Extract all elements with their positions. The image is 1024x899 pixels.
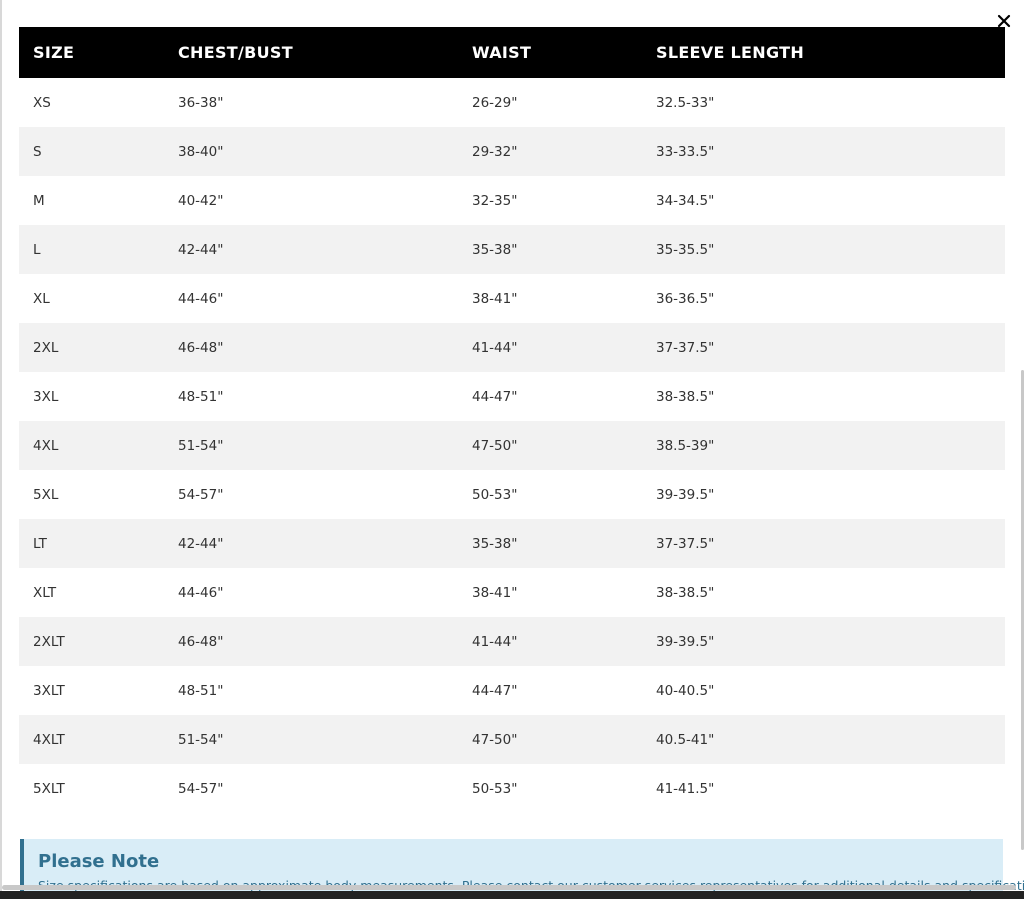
- header-waist: WAIST: [472, 43, 532, 62]
- cell-size: M: [33, 192, 45, 209]
- cell-sleeve-length: 37-37.5": [656, 339, 715, 356]
- table-row: S 38-40" 29-32" 33-33.5": [19, 127, 1005, 176]
- cell-chest-bust: 48-51": [178, 388, 224, 405]
- cell-size: 5XLT: [33, 780, 65, 797]
- cell-size: XS: [33, 94, 51, 111]
- cell-sleeve-length: 41-41.5": [656, 780, 715, 797]
- table-header-row: SIZE CHEST/BUST WAIST SLEEVE LENGTH: [19, 27, 1005, 78]
- cell-sleeve-length: 39-39.5": [656, 633, 715, 650]
- cell-waist: 50-53": [472, 486, 518, 503]
- header-sleeve-length: SLEEVE LENGTH: [656, 43, 805, 62]
- cell-sleeve-length: 34-34.5": [656, 192, 715, 209]
- size-chart-table: SIZE CHEST/BUST WAIST SLEEVE LENGTH XS 36…: [19, 27, 1005, 813]
- note-title: Please Note: [38, 851, 160, 872]
- bottom-bar: [0, 891, 1024, 899]
- cell-waist: 26-29": [472, 94, 518, 111]
- cell-size: S: [33, 143, 42, 160]
- cell-waist: 29-32": [472, 143, 518, 160]
- cell-chest-bust: 46-48": [178, 633, 224, 650]
- cell-waist: 44-47": [472, 388, 518, 405]
- table-row: 4XLT 51-54" 47-50" 40.5-41": [19, 715, 1005, 764]
- cell-waist: 50-53": [472, 780, 518, 797]
- header-chest-bust: CHEST/BUST: [178, 43, 293, 62]
- cell-sleeve-length: 40-40.5": [656, 682, 715, 699]
- cell-waist: 41-44": [472, 339, 518, 356]
- cell-waist: 44-47": [472, 682, 518, 699]
- table-row: 3XL 48-51" 44-47" 38-38.5": [19, 372, 1005, 421]
- table-row: XLT 44-46" 38-41" 38-38.5": [19, 568, 1005, 617]
- cell-sleeve-length: 38-38.5": [656, 584, 715, 601]
- cell-chest-bust: 40-42": [178, 192, 224, 209]
- table-body: XS 36-38" 26-29" 32.5-33" S 38-40" 29-32" 33-33…: [19, 78, 1005, 813]
- table-row: 3XLT 48-51" 44-47" 40-40.5": [19, 666, 1005, 715]
- cell-chest-bust: 44-46": [178, 584, 224, 601]
- cell-chest-bust: 51-54": [178, 437, 224, 454]
- cell-chest-bust: 42-44": [178, 241, 224, 258]
- table-row: 2XLT 46-48" 41-44" 39-39.5": [19, 617, 1005, 666]
- cell-waist: 32-35": [472, 192, 518, 209]
- cell-size: 4XL: [33, 437, 59, 454]
- cell-size: 3XL: [33, 388, 59, 405]
- cell-sleeve-length: 38.5-39": [656, 437, 715, 454]
- table-row: 2XL 46-48" 41-44" 37-37.5": [19, 323, 1005, 372]
- cell-sleeve-length: 36-36.5": [656, 290, 715, 307]
- cell-size: 2XLT: [33, 633, 65, 650]
- cell-size: 2XL: [33, 339, 59, 356]
- cell-sleeve-length: 39-39.5": [656, 486, 715, 503]
- cell-chest-bust: 44-46": [178, 290, 224, 307]
- table-row: LT 42-44" 35-38" 37-37.5": [19, 519, 1005, 568]
- cell-waist: 41-44": [472, 633, 518, 650]
- cell-chest-bust: 48-51": [178, 682, 224, 699]
- cell-sleeve-length: 32.5-33": [656, 94, 715, 111]
- cell-waist: 35-38": [472, 241, 518, 258]
- cell-sleeve-length: 37-37.5": [656, 535, 715, 552]
- size-chart-modal: SIZE CHEST/BUST WAIST SLEEVE LENGTH XS 36…: [0, 0, 1024, 899]
- cell-sleeve-length: 38-38.5": [656, 388, 715, 405]
- cell-size: 4XLT: [33, 731, 65, 748]
- cell-chest-bust: 54-57": [178, 780, 224, 797]
- cell-waist: 47-50": [472, 731, 518, 748]
- cell-sleeve-length: 35-35.5": [656, 241, 715, 258]
- table-row: 5XLT 54-57" 50-53" 41-41.5": [19, 764, 1005, 813]
- cell-chest-bust: 51-54": [178, 731, 224, 748]
- cell-sleeve-length: 33-33.5": [656, 143, 715, 160]
- cell-waist: 35-38": [472, 535, 518, 552]
- cell-size: L: [33, 241, 41, 258]
- table-row: 5XL 54-57" 50-53" 39-39.5": [19, 470, 1005, 519]
- cell-chest-bust: 54-57": [178, 486, 224, 503]
- table-row: XL 44-46" 38-41" 36-36.5": [19, 274, 1005, 323]
- cell-sleeve-length: 40.5-41": [656, 731, 715, 748]
- header-size: SIZE: [33, 43, 75, 62]
- modal-left-border: [0, 0, 2, 899]
- horizontal-scrollbar[interactable]: [2, 885, 1016, 890]
- table-row: XS 36-38" 26-29" 32.5-33": [19, 78, 1005, 127]
- cell-waist: 47-50": [472, 437, 518, 454]
- cell-chest-bust: 38-40": [178, 143, 224, 160]
- cell-size: 5XL: [33, 486, 59, 503]
- cell-chest-bust: 36-38": [178, 94, 224, 111]
- table-row: L 42-44" 35-38" 35-35.5": [19, 225, 1005, 274]
- cell-size: XLT: [33, 584, 57, 601]
- cell-chest-bust: 46-48": [178, 339, 224, 356]
- cell-waist: 38-41": [472, 290, 518, 307]
- table-row: 4XL 51-54" 47-50" 38.5-39": [19, 421, 1005, 470]
- table-row: M 40-42" 32-35" 34-34.5": [19, 176, 1005, 225]
- cell-chest-bust: 42-44": [178, 535, 224, 552]
- cell-size: LT: [33, 535, 47, 552]
- cell-size: 3XLT: [33, 682, 65, 699]
- please-note-box: Please Note Size specifications are base…: [20, 839, 1024, 899]
- cell-waist: 38-41": [472, 584, 518, 601]
- cell-size: XL: [33, 290, 50, 307]
